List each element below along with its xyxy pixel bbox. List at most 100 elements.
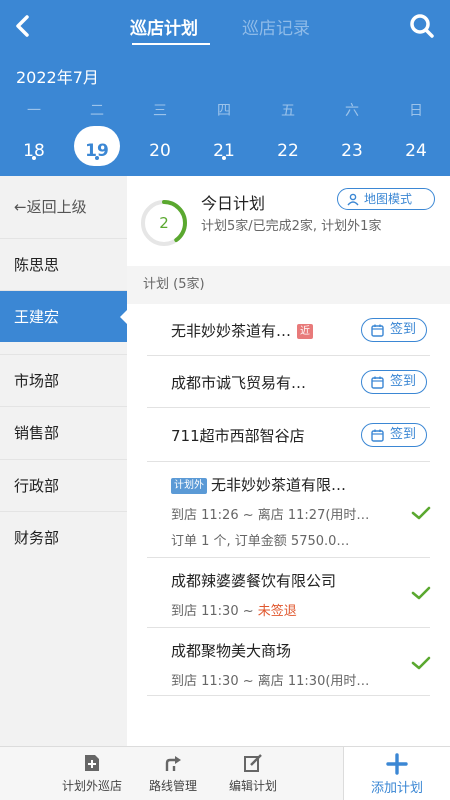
visit-time-text: 到店 11:30 ~ <box>171 604 258 619</box>
sidebar-item-wang-jianhong[interactable]: 王建宏 <box>0 290 127 342</box>
map-mode-label: 地图模式 <box>364 192 413 206</box>
sidebar-item-sales[interactable]: 销售部 <box>0 406 127 458</box>
sidebar-item-label: 陈思思 <box>14 256 60 274</box>
has-plan-dot <box>95 156 99 160</box>
today-plan-summary: 计划5家/已完成2家, 计划外1家 <box>201 219 382 234</box>
plan-section-header: 计划 (5家) <box>127 266 450 304</box>
day-20[interactable]: 三 20 <box>132 100 188 166</box>
sidebar-item-label: 销售部 <box>14 424 60 442</box>
search-button[interactable] <box>406 10 438 42</box>
day-19[interactable]: 二 19 <box>69 100 125 166</box>
date-label: 24 <box>405 141 427 161</box>
day-23[interactable]: 六 23 <box>324 100 380 166</box>
check-in-button[interactable]: 签到 <box>361 318 427 342</box>
weekday-label: 二 <box>90 103 104 119</box>
day-22[interactable]: 五 22 <box>260 100 316 166</box>
date-label: 19 <box>85 141 109 161</box>
main-content: 2 今日计划 计划5家/已完成2家, 计划外1家 地图模式 计划 (5家) 无非… <box>127 176 450 746</box>
store-name: 成都市诚飞贸易有… <box>171 374 307 392</box>
day-18[interactable]: 一 18 <box>6 100 62 166</box>
visit-time: 到店 11:30 ~ 未签退 <box>171 600 297 619</box>
check-icon <box>411 586 431 600</box>
date-label: 23 <box>341 141 363 161</box>
check-icon <box>411 506 431 520</box>
month-label: 2022年7月 <box>16 68 99 87</box>
visit-time: 到店 11:26 ~ 离店 11:27(用时… <box>171 508 370 523</box>
table-row[interactable]: 计划外 无非妙妙茶道有限… 到店 11:26 ~ 离店 11:27(用时… 订单 … <box>147 462 431 558</box>
check-in-label: 签到 <box>390 322 417 337</box>
sidebar-item-label: 市场部 <box>14 372 60 390</box>
date-label: 20 <box>149 141 171 161</box>
weekday-label: 六 <box>345 103 359 119</box>
weekday-label: 日 <box>409 103 423 119</box>
route-icon <box>165 756 181 771</box>
tab-underline <box>132 43 210 45</box>
tab-records[interactable]: 巡店记录 <box>242 14 310 39</box>
date-label: 22 <box>277 141 299 161</box>
check-in-button[interactable]: 签到 <box>361 423 427 447</box>
header: 巡店计划 巡店记录 2022年7月 一 18 二 19 三 20 四 21 五 … <box>0 0 450 176</box>
check-in-label: 签到 <box>390 374 417 389</box>
store-name: 计划外 无非妙妙茶道有限… <box>171 474 346 495</box>
weekday-label: 三 <box>153 103 167 119</box>
tab-plan[interactable]: 巡店计划 <box>130 14 198 39</box>
chevron-left-icon <box>16 15 29 37</box>
plus-square-icon <box>85 755 99 771</box>
check-in-button[interactable]: 签到 <box>361 370 427 394</box>
route-management-button[interactable]: 路线管理 <box>138 747 208 800</box>
weekday-label: 四 <box>217 103 231 119</box>
store-name: 无非妙妙茶道有… 近 <box>171 320 314 341</box>
top-bar: 巡店计划 巡店记录 <box>0 0 450 52</box>
unplanned-visit-label: 计划外巡店 <box>61 779 122 793</box>
table-row[interactable]: 成都聚物美大商场 到店 11:30 ~ 离店 11:30(用时… <box>147 628 431 696</box>
back-button[interactable] <box>8 10 40 42</box>
check-in-label: 签到 <box>390 427 417 442</box>
route-management-label: 路线管理 <box>148 779 197 793</box>
edit-icon <box>244 754 262 772</box>
check-icon <box>411 656 431 670</box>
map-mode-button[interactable]: 地图模式 <box>337 188 435 210</box>
store-name: 成都聚物美大商场 <box>171 642 292 660</box>
edit-plan-label: 编辑计划 <box>228 779 277 793</box>
person-pin-icon <box>347 193 359 206</box>
bottom-toolbar: 计划外巡店 路线管理 编辑计划 添加计划 <box>0 746 450 800</box>
selected-notch <box>120 310 127 324</box>
visit-time: 到店 11:30 ~ 离店 11:30(用时… <box>171 674 370 689</box>
sidebar-item-admin[interactable]: 行政部 <box>0 459 127 511</box>
not-checked-out-status: 未签退 <box>257 604 297 619</box>
calendar-icon <box>371 429 384 442</box>
table-row[interactable]: 成都市诚飞贸易有… 签到 <box>147 356 430 408</box>
calendar-icon <box>371 376 384 389</box>
weekday-label: 一 <box>27 103 41 119</box>
sidebar-item-finance[interactable]: 财务部 <box>0 511 127 563</box>
add-plan-label: 添加计划 <box>370 781 423 796</box>
sidebar-item-label: 王建宏 <box>14 308 60 326</box>
date-label: 21 <box>213 141 235 161</box>
unplanned-visit-button[interactable]: 计划外巡店 <box>52 747 132 800</box>
sidebar-item-label: 行政部 <box>14 477 60 495</box>
day-21[interactable]: 四 21 <box>196 100 252 166</box>
sidebar-item-marketing[interactable]: 市场部 <box>0 354 127 406</box>
calendar-icon <box>371 324 384 337</box>
weekday-label: 五 <box>281 103 295 119</box>
has-plan-dot <box>32 156 36 160</box>
sidebar: ←返回上级 陈思思 王建宏 市场部 销售部 行政部 财务部 <box>0 176 127 746</box>
today-plan-card: 2 今日计划 计划5家/已完成2家, 计划外1家 地图模式 <box>127 176 450 266</box>
day-24[interactable]: 日 24 <box>388 100 444 166</box>
back-to-parent-button[interactable]: ←返回上级 <box>0 176 127 238</box>
today-plan-title: 今日计划 <box>201 194 266 213</box>
sidebar-item-chen-sisi[interactable]: 陈思思 <box>0 238 127 290</box>
edit-plan-button[interactable]: 编辑计划 <box>218 747 288 800</box>
table-row[interactable]: 无非妙妙茶道有… 近 签到 <box>147 304 430 356</box>
store-name-text: 无非妙妙茶道有… <box>171 322 292 340</box>
store-name: 711超市西部智谷店 <box>171 427 305 445</box>
store-name-text: 无非妙妙茶道有限… <box>211 476 347 494</box>
plus-icon <box>386 753 408 775</box>
table-row[interactable]: 711超市西部智谷店 签到 <box>147 408 430 462</box>
unplanned-tag: 计划外 <box>171 477 207 494</box>
sidebar-item-label: 财务部 <box>14 529 60 547</box>
table-row[interactable]: 成都辣婆婆餐饮有限公司 到店 11:30 ~ 未签退 <box>147 558 431 628</box>
date-label: 18 <box>23 141 45 161</box>
add-plan-button[interactable]: 添加计划 <box>343 747 450 800</box>
completed-count: 2 <box>159 214 169 232</box>
